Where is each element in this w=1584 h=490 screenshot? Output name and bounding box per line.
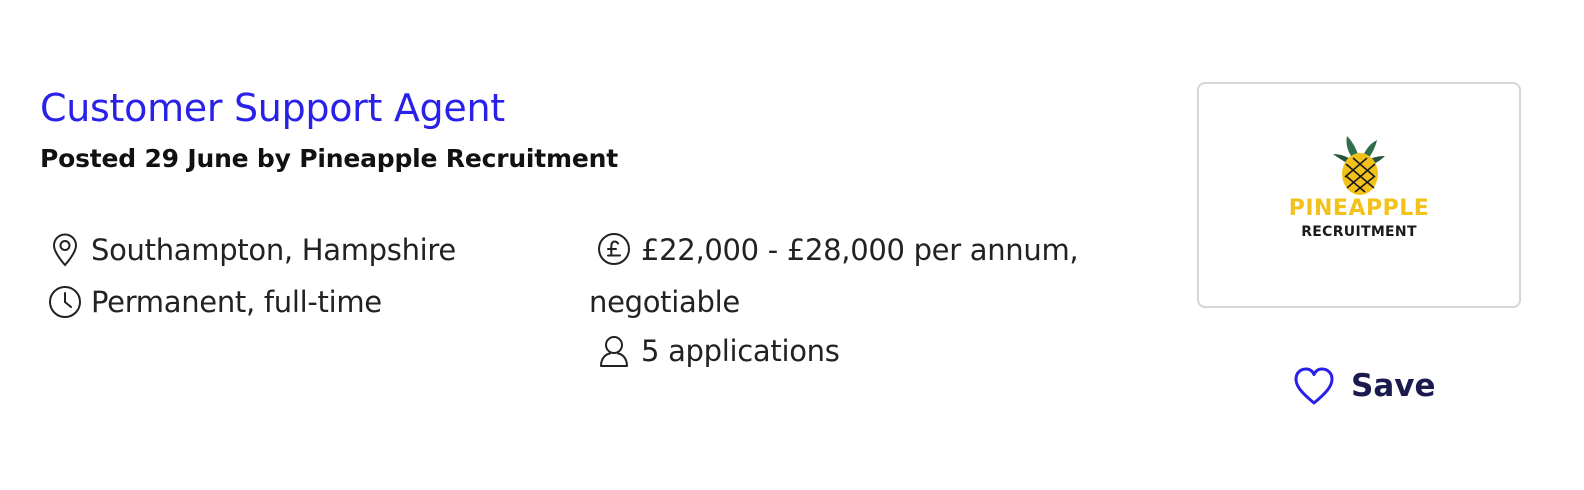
person-icon [597, 328, 631, 374]
clock-icon [48, 276, 82, 328]
map-pin-icon [48, 224, 82, 276]
salary-text-line1: £22,000 - £28,000 per annum, [641, 233, 1079, 267]
heart-icon [1294, 367, 1334, 405]
salary-row: £22,000 - £28,000 per annum, negotiable [589, 224, 1109, 328]
job-title-link[interactable]: Customer Support Agent [40, 86, 505, 130]
save-label: Save [1351, 368, 1436, 404]
applications-text: 5 applications [641, 334, 840, 368]
pineapple-icon [1333, 136, 1385, 195]
job-meta-left: Southampton, Hampshire Permanent, full-t… [48, 224, 568, 328]
contract-text: Permanent, full-time [91, 285, 382, 319]
job-card: Customer Support Agent Posted 29 June by… [0, 0, 1584, 490]
location-row: Southampton, Hampshire [48, 224, 568, 276]
applications-row: 5 applications [589, 328, 1109, 374]
location-text: Southampton, Hampshire [91, 233, 456, 267]
job-meta-right: £22,000 - £28,000 per annum, negotiable … [589, 224, 1109, 374]
save-button[interactable]: Save [1293, 366, 1435, 406]
contract-row: Permanent, full-time [48, 276, 568, 328]
logo-wordmark-pineapple: PINEAPPLE [1288, 196, 1430, 221]
salary-text-line2: negotiable [589, 285, 740, 319]
pound-circle-icon [597, 230, 631, 265]
logo-wordmark-recruitment: RECRUITMENT [1301, 224, 1417, 240]
company-logo[interactable]: PINEAPPLE RECRUITMENT [1197, 82, 1521, 308]
posted-by: Posted 29 June by Pineapple Recruitment [40, 144, 618, 173]
